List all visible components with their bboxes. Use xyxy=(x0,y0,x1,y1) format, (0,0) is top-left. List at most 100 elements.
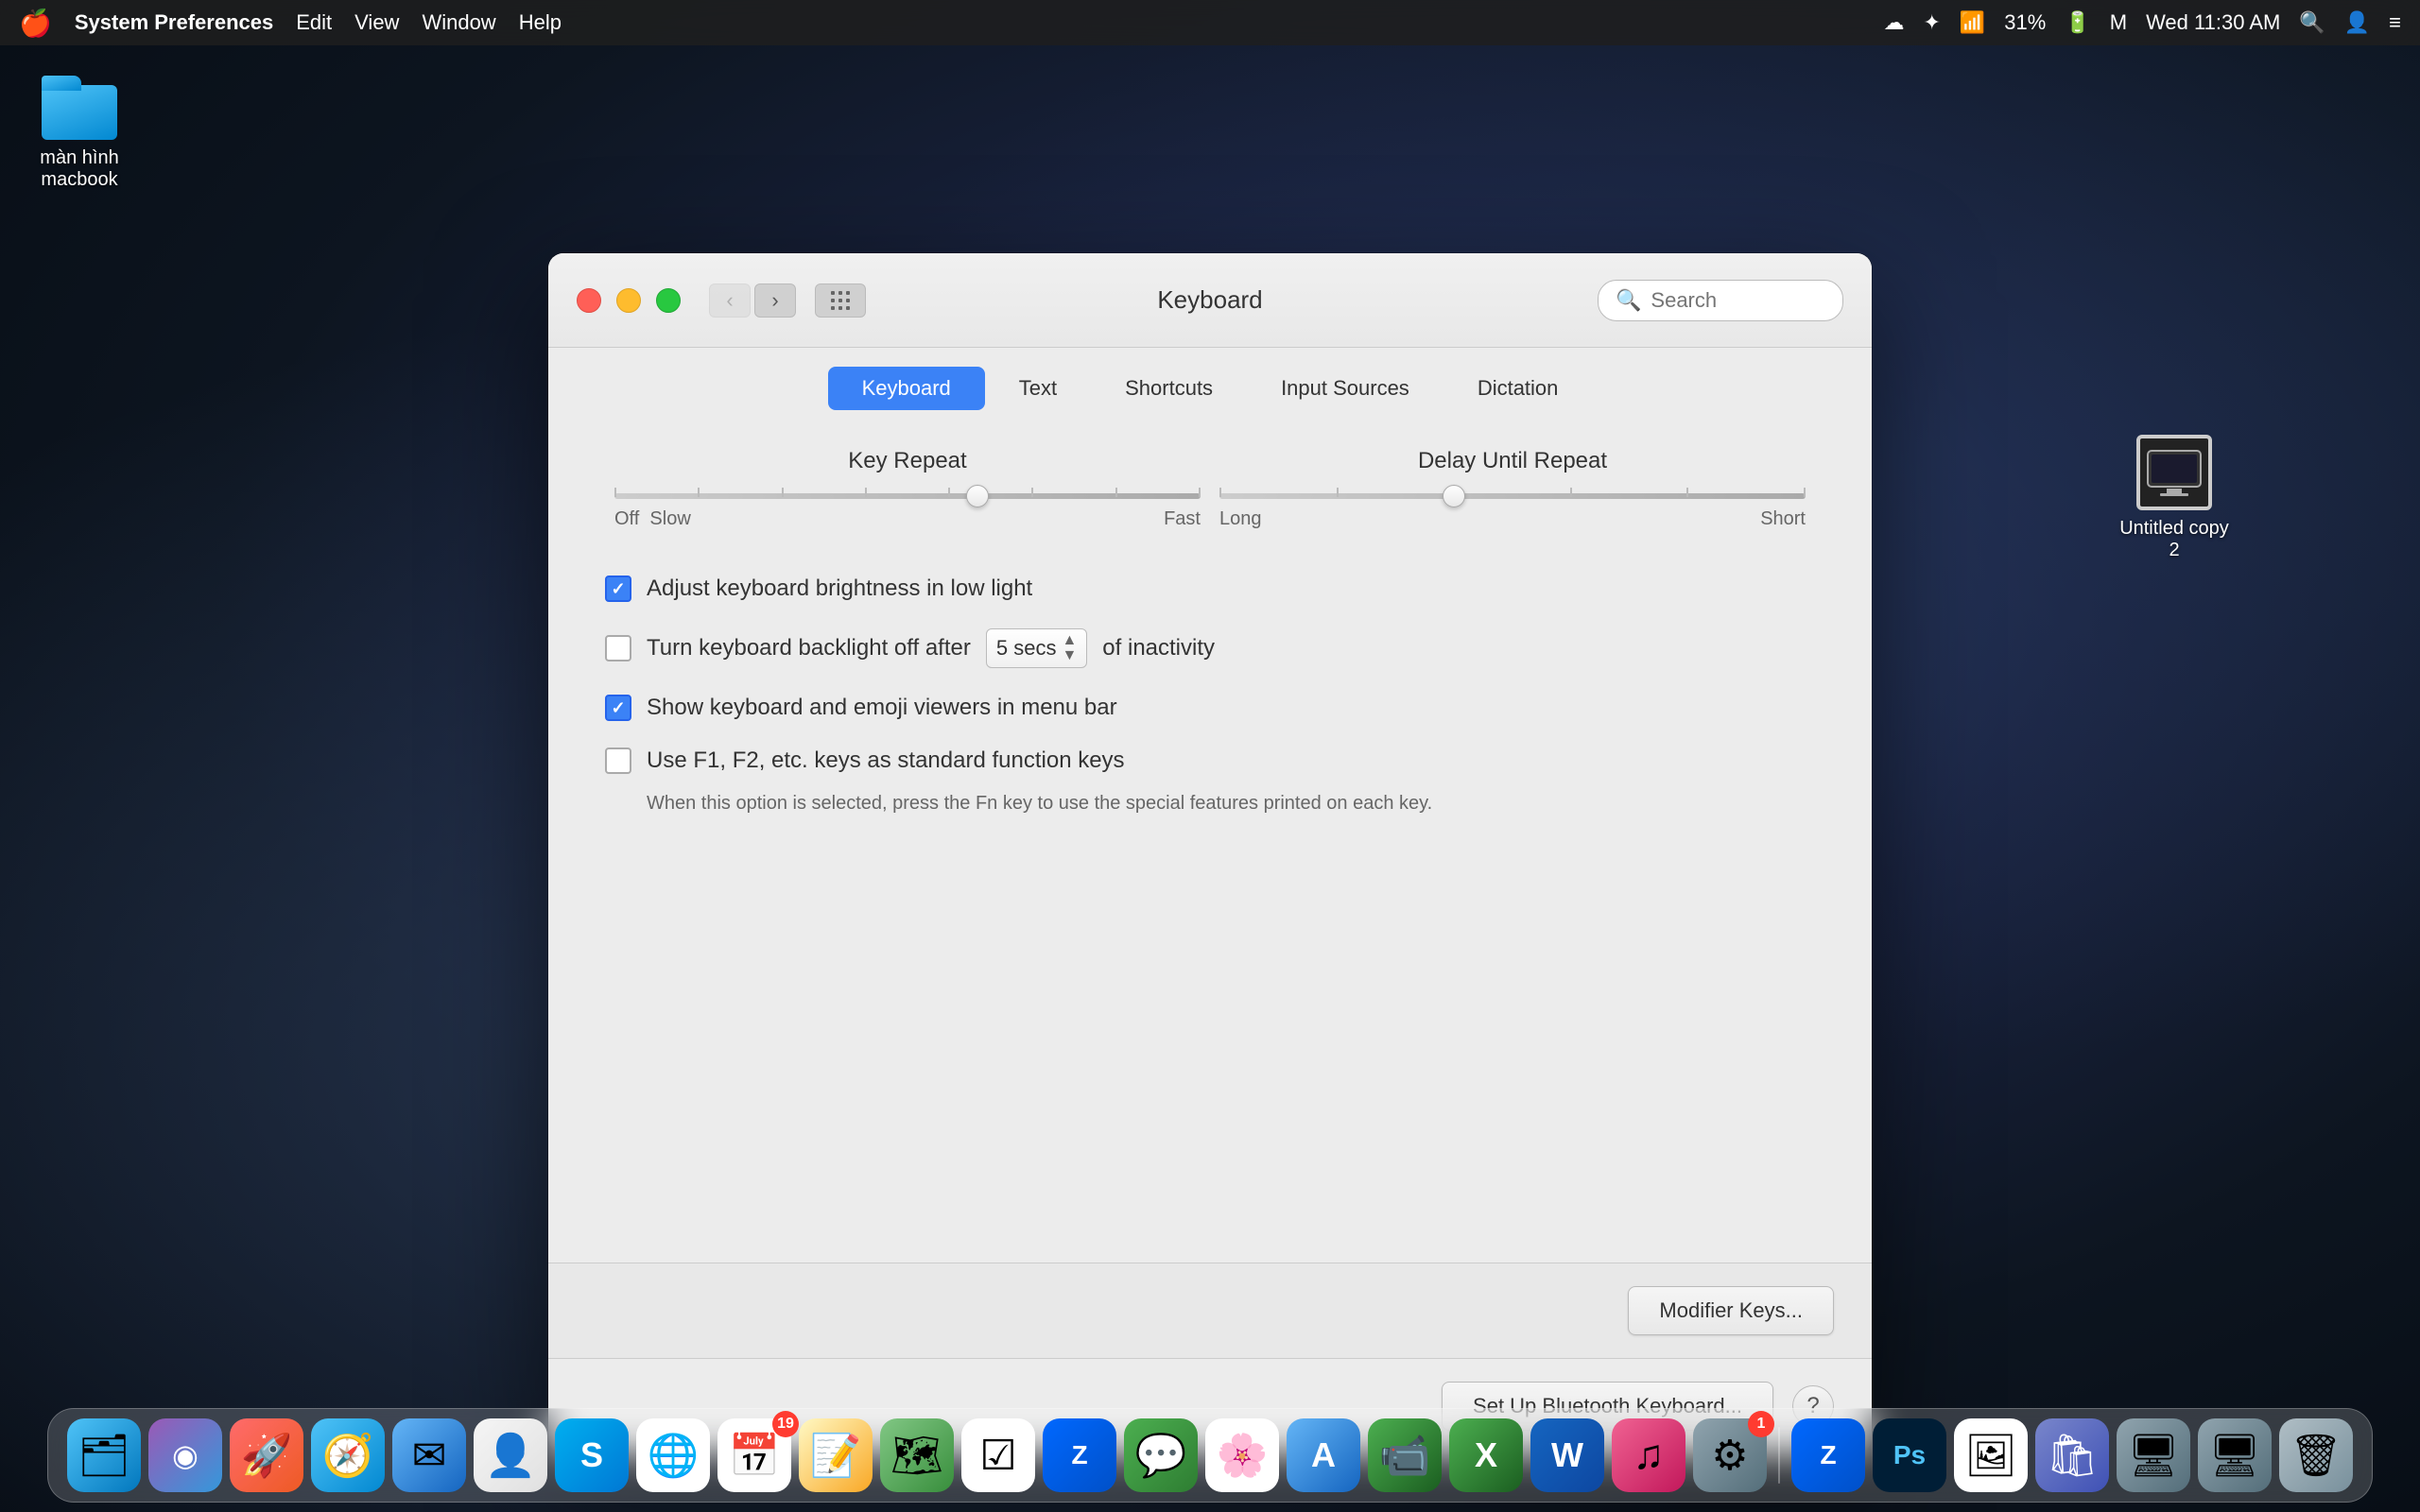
tab-dictation[interactable]: Dictation xyxy=(1443,367,1593,410)
search-box[interactable]: 🔍 xyxy=(1598,280,1843,321)
dock-item-settings[interactable]: ⚙ 1 xyxy=(1693,1418,1767,1492)
content-area: Key Repeat xyxy=(548,410,1872,1263)
menu-help[interactable]: Help xyxy=(519,10,562,35)
minimize-button[interactable] xyxy=(616,288,641,313)
dock-item-launchpad[interactable]: 🚀 xyxy=(230,1418,303,1492)
menu-window[interactable]: Window xyxy=(422,10,495,35)
key-repeat-label: Key Repeat xyxy=(605,448,1210,474)
backlight-select[interactable]: 5 secs ▲ ▼ xyxy=(986,628,1087,668)
dock-item-photos[interactable]: 🌸 xyxy=(1205,1418,1279,1492)
excel-icon: X xyxy=(1475,1435,1497,1475)
photoshop-icon: Ps xyxy=(1893,1440,1926,1470)
menubar-user-icon[interactable]: 👤 xyxy=(2344,10,2370,35)
maximize-button[interactable] xyxy=(656,288,681,313)
dock-item-word[interactable]: W xyxy=(1530,1418,1604,1492)
checkbox-fn-line: Use F1, F2, etc. keys as standard functi… xyxy=(605,747,1125,774)
desktop-icon-folder[interactable]: màn hình macbook xyxy=(23,76,136,191)
dock-item-zalo[interactable]: Z xyxy=(1043,1418,1116,1492)
folder-icon xyxy=(42,76,117,140)
menubar-battery-icon: 🔋 xyxy=(2065,10,2090,35)
checkbox-emoji[interactable] xyxy=(605,695,631,721)
checkbox-brightness[interactable] xyxy=(605,576,631,602)
notes-icon: 📝 xyxy=(810,1431,862,1480)
grid-button[interactable] xyxy=(815,284,866,318)
checkbox-fn-label: Use F1, F2, etc. keys as standard functi… xyxy=(647,747,1125,774)
dock-item-music[interactable]: ♫ xyxy=(1612,1418,1685,1492)
tab-input-sources[interactable]: Input Sources xyxy=(1247,367,1443,410)
messages-icon: 💬 xyxy=(1135,1431,1187,1480)
launchpad-icon: 🚀 xyxy=(241,1431,293,1480)
menu-view[interactable]: View xyxy=(354,10,399,35)
dock-item-excel[interactable]: X xyxy=(1449,1418,1523,1492)
dock-item-safari[interactable]: 🧭 xyxy=(311,1418,385,1492)
facetime-icon: 📹 xyxy=(1379,1431,1431,1480)
desktop-icon-label-folder: màn hình macbook xyxy=(23,147,136,191)
checkbox-backlight[interactable] xyxy=(605,635,631,662)
apple-menu[interactable]: 🍎 xyxy=(19,8,52,39)
forward-button[interactable]: › xyxy=(754,284,796,318)
delay-repeat-thumb[interactable] xyxy=(1443,485,1465,507)
dock-item-trash[interactable]: 🗑 xyxy=(2279,1418,2353,1492)
desktop-icon-label-monitor: Untitled copy 2 xyxy=(2118,518,2231,561)
close-button[interactable] xyxy=(577,288,601,313)
system-preferences-window: ‹ › Keyboard 🔍 Keyboard Text Short xyxy=(548,253,1872,1453)
dock-item-monitor2[interactable]: 🖥 xyxy=(2117,1418,2190,1492)
key-repeat-thumb[interactable] xyxy=(966,485,989,507)
menubar-control-strip[interactable]: ≡ xyxy=(2389,10,2401,35)
dock-item-store[interactable]: 🛍 xyxy=(2035,1418,2109,1492)
menu-system-preferences[interactable]: System Preferences xyxy=(75,10,273,35)
calendar-icon: 📅 xyxy=(729,1431,781,1480)
dock-separator xyxy=(1778,1427,1780,1484)
dock-item-reminders[interactable]: ☑ xyxy=(961,1418,1035,1492)
dock-item-contacts[interactable]: 👤 xyxy=(474,1418,547,1492)
menubar-search-icon[interactable]: 🔍 xyxy=(2299,10,2325,35)
titlebar: ‹ › Keyboard 🔍 xyxy=(548,253,1872,348)
back-button[interactable]: ‹ xyxy=(709,284,751,318)
dock-item-zalo2[interactable]: Z xyxy=(1791,1418,1865,1492)
dock-item-maps[interactable]: 🗺 xyxy=(880,1418,954,1492)
window-title: Keyboard xyxy=(1157,285,1262,315)
dock-item-messages[interactable]: 💬 xyxy=(1124,1418,1198,1492)
menu-edit[interactable]: Edit xyxy=(296,10,332,35)
checkbox-brightness-row: Adjust keyboard brightness in low light xyxy=(605,576,1815,602)
desktop-icon-monitor[interactable]: Untitled copy 2 xyxy=(2118,435,2231,561)
siri-icon: ◉ xyxy=(172,1437,199,1473)
search-icon: 🔍 xyxy=(1616,288,1641,313)
contacts-icon: 👤 xyxy=(485,1431,537,1480)
checkbox-fn-sublabel: When this option is selected, press the … xyxy=(647,793,1432,815)
key-repeat-group: Key Repeat xyxy=(605,448,1210,530)
select-arrows: ▲ ▼ xyxy=(1062,633,1077,663)
dock-item-siri[interactable]: ◉ xyxy=(148,1418,222,1492)
checkbox-brightness-label: Adjust keyboard brightness in low light xyxy=(647,576,1032,602)
dock-item-appstore[interactable]: A xyxy=(1287,1418,1360,1492)
dock-item-calendar[interactable]: 📅 19 xyxy=(717,1418,791,1492)
checkbox-backlight-suffix: of inactivity xyxy=(1102,635,1215,662)
reminders-icon: ☑ xyxy=(979,1432,1016,1480)
tab-text[interactable]: Text xyxy=(985,367,1091,410)
dock-item-monitor3[interactable]: 🖥 xyxy=(2198,1418,2272,1492)
tab-shortcuts[interactable]: Shortcuts xyxy=(1091,367,1247,410)
music-icon: ♫ xyxy=(1634,1432,1665,1479)
dock-item-mail[interactable]: ✉ xyxy=(392,1418,466,1492)
settings-badge: 1 xyxy=(1748,1411,1774,1437)
settings-icon: ⚙ xyxy=(1711,1432,1748,1480)
dock-item-preview[interactable]: 🖼 xyxy=(1954,1418,2028,1492)
photos-icon: 🌸 xyxy=(1217,1431,1269,1480)
skype-icon: S xyxy=(580,1435,603,1475)
mail-icon: ✉ xyxy=(412,1432,447,1480)
word-icon: W xyxy=(1551,1435,1583,1475)
menubar-wifi: 📶 xyxy=(1960,10,1985,35)
tab-keyboard[interactable]: Keyboard xyxy=(828,367,985,410)
checkbox-fn[interactable] xyxy=(605,747,631,774)
zalo-icon: Z xyxy=(1071,1440,1087,1470)
dock-item-notes[interactable]: 📝 xyxy=(799,1418,873,1492)
delay-repeat-track xyxy=(1219,493,1806,499)
dock: 🗂 ◉ 🚀 🧭 ✉ 👤 S 🌐 📅 19 📝 🗺 ☑ Z 💬 🌸 A xyxy=(47,1408,2373,1503)
dock-item-chrome[interactable]: 🌐 xyxy=(636,1418,710,1492)
modifier-keys-button[interactable]: Modifier Keys... xyxy=(1628,1286,1834,1335)
dock-item-photoshop[interactable]: Ps xyxy=(1873,1418,1946,1492)
dock-item-finder[interactable]: 🗂 xyxy=(67,1418,141,1492)
dock-item-facetime[interactable]: 📹 xyxy=(1368,1418,1442,1492)
dock-item-skype[interactable]: S xyxy=(555,1418,629,1492)
search-input[interactable] xyxy=(1651,288,1825,313)
